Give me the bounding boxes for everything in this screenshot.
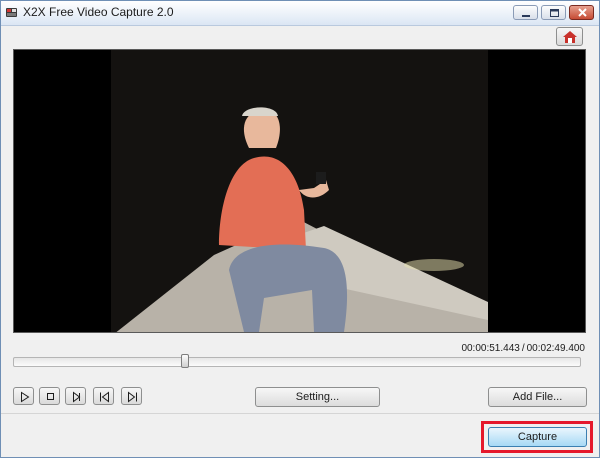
stop-icon bbox=[47, 393, 54, 400]
home-icon bbox=[563, 31, 577, 43]
close-button[interactable] bbox=[569, 5, 594, 20]
current-time: 00:00:51.443 bbox=[461, 343, 520, 354]
play-icon bbox=[21, 391, 30, 403]
skip-back-icon bbox=[100, 391, 109, 403]
minimize-button[interactable] bbox=[513, 5, 538, 20]
window-title: X2X Free Video Capture 2.0 bbox=[23, 5, 174, 19]
step-forward-button[interactable] bbox=[65, 387, 86, 405]
play-button[interactable] bbox=[13, 387, 34, 405]
minimize-icon bbox=[522, 15, 530, 17]
time-separator: / bbox=[521, 343, 525, 354]
add-file-button[interactable]: Add File... bbox=[488, 387, 587, 407]
divider bbox=[1, 413, 599, 414]
title-bar[interactable]: X2X Free Video Capture 2.0 bbox=[1, 1, 599, 26]
stop-button[interactable] bbox=[39, 387, 60, 405]
app-film-icon bbox=[5, 5, 19, 19]
seek-bar[interactable] bbox=[13, 357, 581, 367]
time-readout: 00:00:51.443/00:02:49.400 bbox=[461, 343, 585, 354]
close-icon bbox=[578, 8, 587, 17]
seek-thumb[interactable] bbox=[181, 354, 190, 368]
capture-button[interactable]: Capture bbox=[488, 427, 587, 447]
app-window: X2X Free Video Capture 2.0 00:00:51.443 … bbox=[0, 0, 600, 458]
setting-button[interactable]: Setting... bbox=[255, 387, 380, 407]
previous-button[interactable] bbox=[93, 387, 114, 405]
next-button[interactable] bbox=[121, 387, 142, 405]
step-forward-icon bbox=[73, 391, 81, 403]
maximize-button[interactable] bbox=[541, 5, 566, 20]
total-time: 00:02:49.400 bbox=[526, 343, 585, 354]
home-button[interactable] bbox=[556, 27, 583, 46]
video-preview bbox=[13, 49, 586, 333]
skip-forward-icon bbox=[128, 391, 137, 403]
seek-progress bbox=[14, 358, 186, 366]
maximize-icon bbox=[550, 9, 559, 17]
video-frame bbox=[14, 50, 585, 332]
